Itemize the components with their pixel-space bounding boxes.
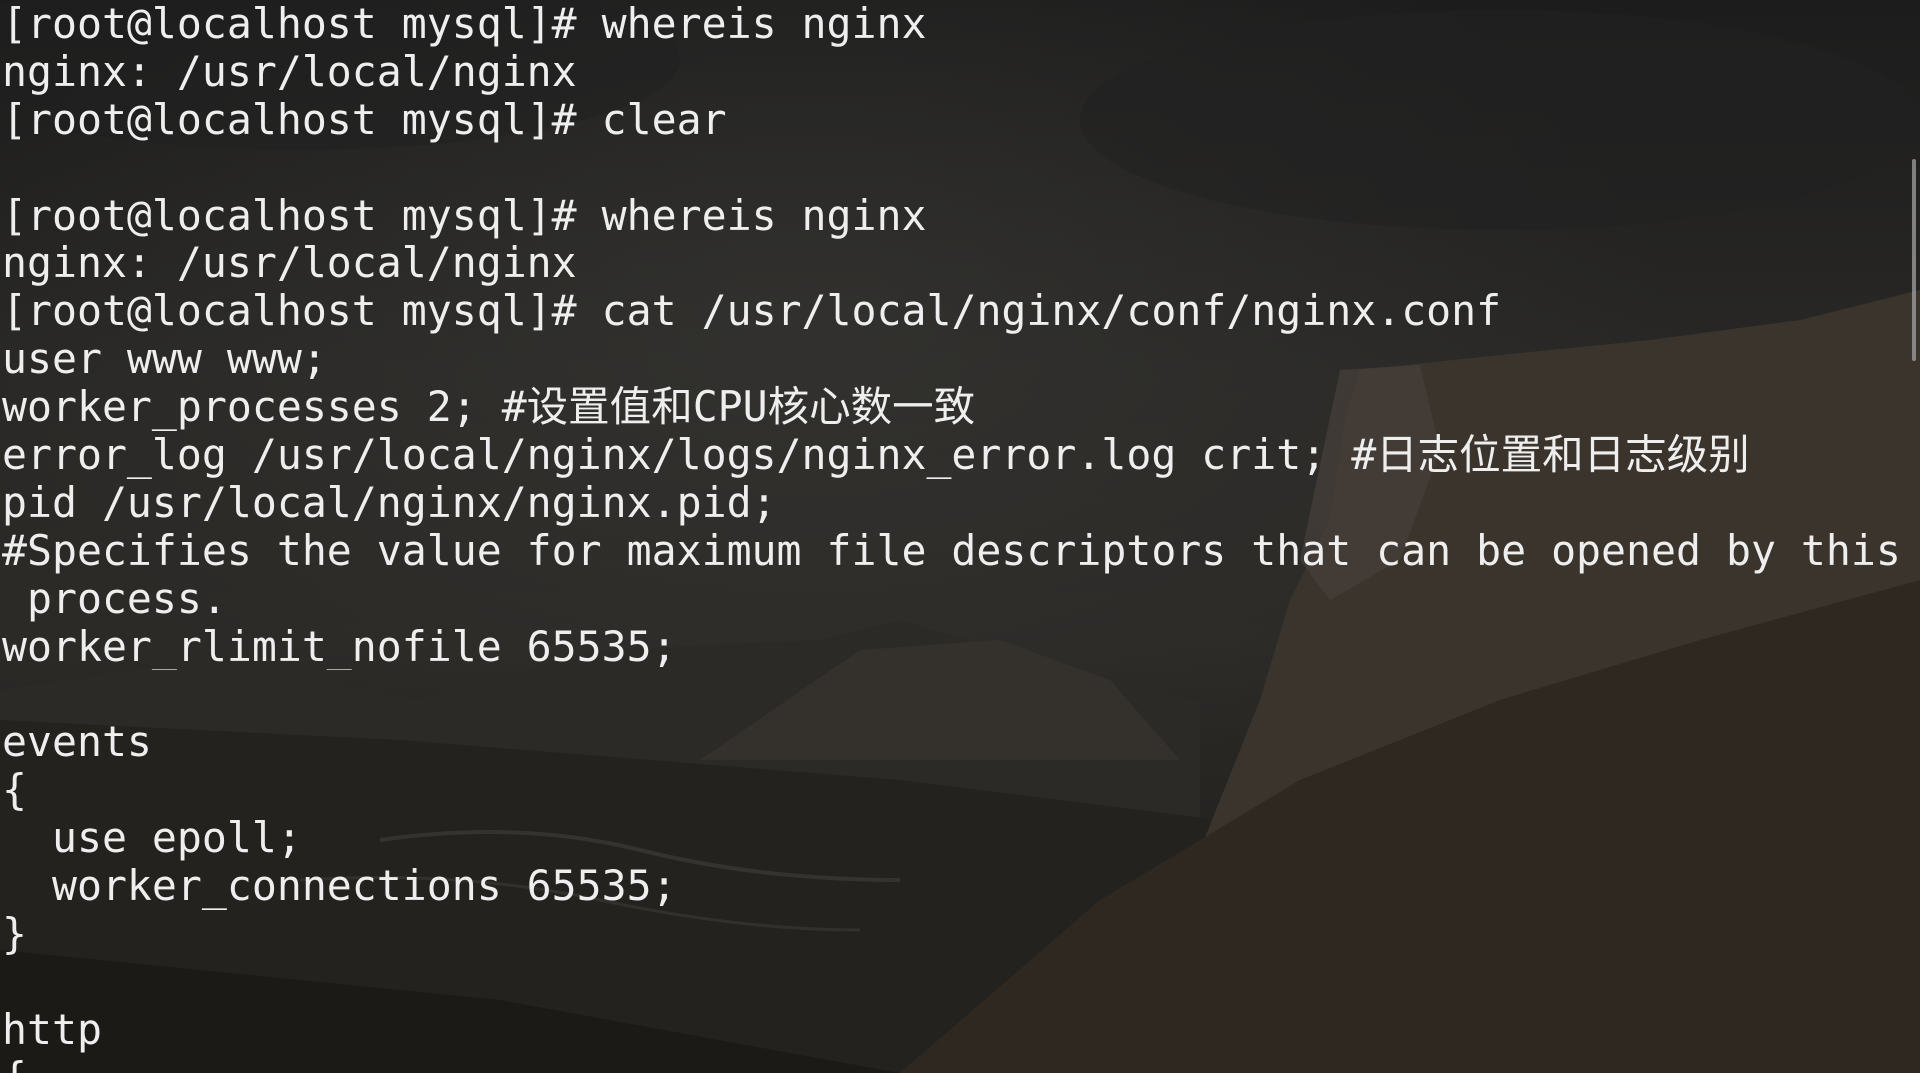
terminal-window[interactable]: [root@localhost mysql]# whereis nginx ng… bbox=[0, 0, 1908, 1073]
config-line: error_log /usr/local/nginx/logs/nginx_er… bbox=[2, 431, 1750, 479]
config-line: http bbox=[2, 1005, 102, 1054]
command-line: [root@localhost mysql]# clear bbox=[2, 96, 1908, 144]
shell-prompt: [root@localhost mysql]# bbox=[2, 0, 577, 48]
config-line: events bbox=[2, 718, 152, 767]
config-line: { bbox=[2, 766, 27, 815]
output-line: nginx: /usr/local/nginx bbox=[2, 47, 577, 96]
command-text: clear bbox=[601, 95, 727, 144]
scrollbar-thumb[interactable] bbox=[1912, 159, 1916, 361]
config-line: } bbox=[2, 909, 27, 958]
command-text: whereis nginx bbox=[601, 191, 927, 240]
terminal-scrollbar[interactable] bbox=[1908, 0, 1920, 1073]
config-line: worker_rlimit_nofile 65535; bbox=[2, 622, 677, 671]
desktop-screen: [root@localhost mysql]# whereis nginx ng… bbox=[0, 0, 1920, 1073]
config-line: { bbox=[2, 1054, 1908, 1073]
config-comment-line: #Specifies the value for maximum file de… bbox=[2, 526, 1901, 575]
output-line: nginx: /usr/local/nginx bbox=[2, 239, 577, 288]
config-line: use epoll; bbox=[2, 814, 302, 863]
config-comment-line: process. bbox=[2, 574, 227, 623]
command-line: [root@localhost mysql]# cat /usr/local/n… bbox=[2, 287, 1908, 335]
command-line: [root@localhost mysql]# whereis nginx bbox=[2, 0, 1908, 48]
shell-prompt: [root@localhost mysql]# bbox=[2, 191, 577, 240]
command-text: cat /usr/local/nginx/conf/nginx.conf bbox=[601, 287, 1502, 336]
command-text: whereis nginx bbox=[601, 0, 927, 48]
shell-prompt: [root@localhost mysql]# bbox=[2, 95, 577, 144]
config-line: pid /usr/local/nginx/nginx.pid; bbox=[2, 478, 777, 527]
config-line: worker_processes 2; #设置值和CPU核心数一致 bbox=[2, 383, 976, 432]
shell-prompt: [root@localhost mysql]# bbox=[2, 287, 577, 336]
config-line: user www www; bbox=[2, 335, 327, 384]
command-line: [root@localhost mysql]# whereis nginx bbox=[2, 192, 1908, 240]
config-line: worker_connections 65535; bbox=[2, 862, 677, 910]
